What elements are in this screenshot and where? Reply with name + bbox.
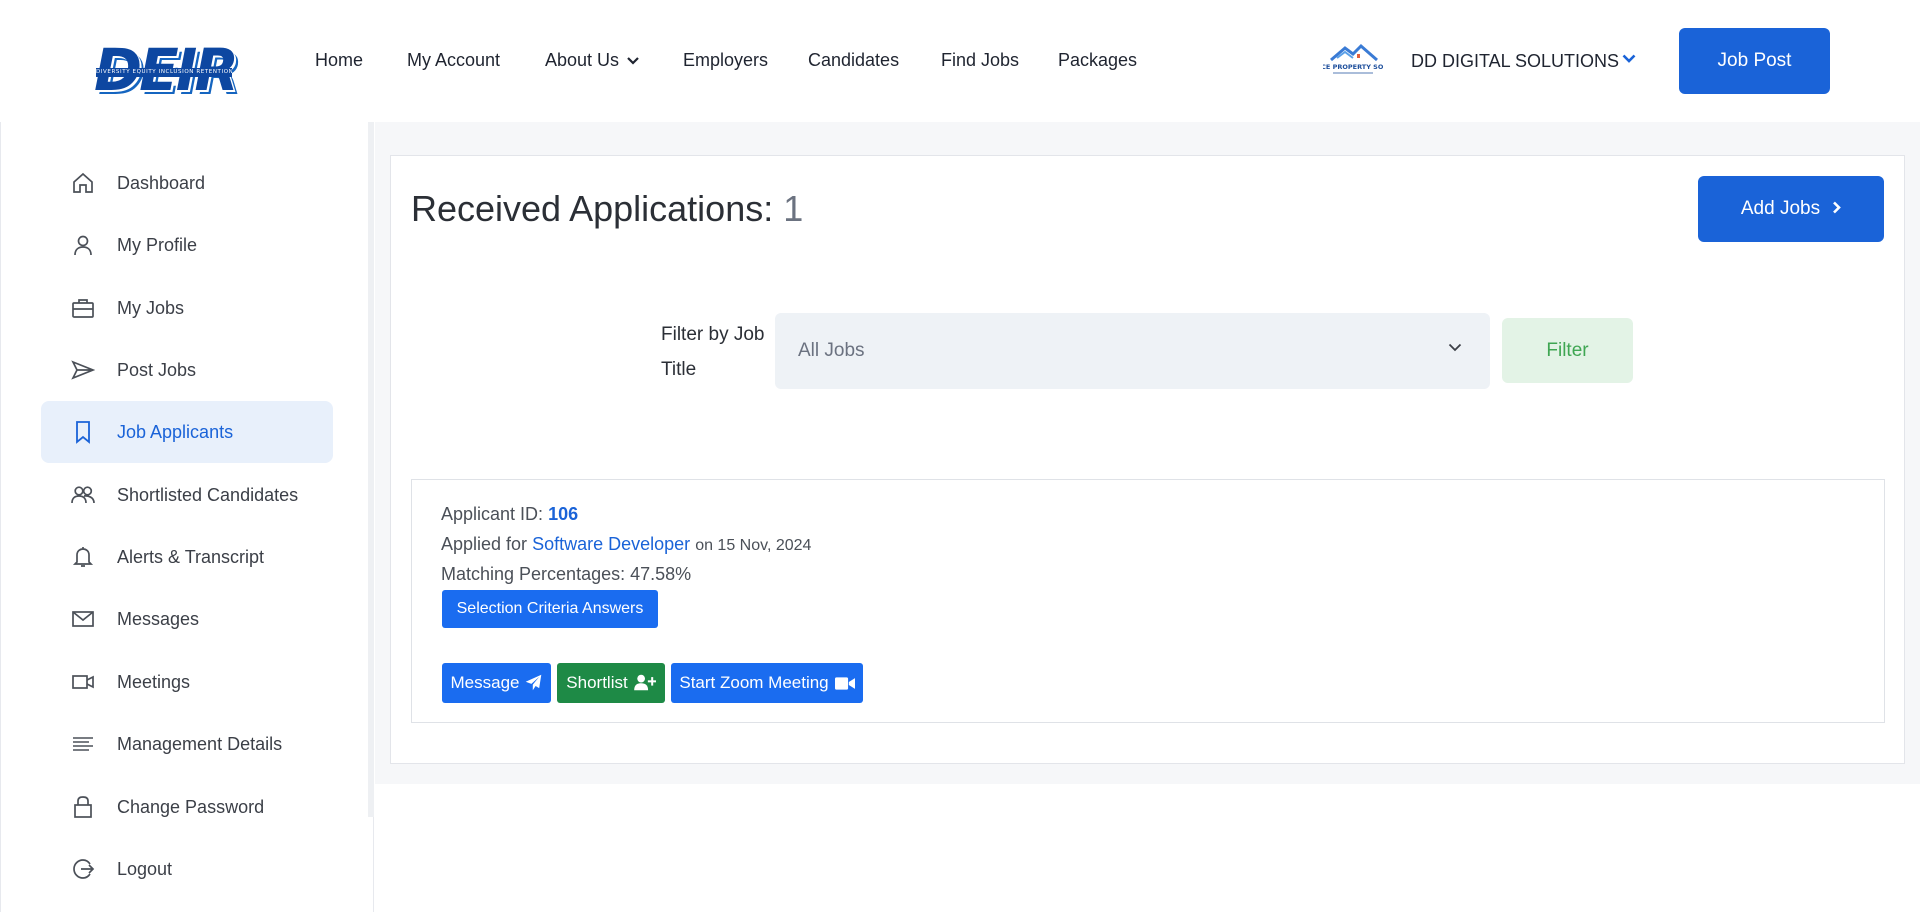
- sidebar-item-label: My Profile: [117, 235, 198, 255]
- zoom-label: Start Zoom Meeting: [679, 673, 829, 692]
- job-title-select-value: All Jobs: [798, 340, 865, 361]
- sidebar-item-alerts-transcript[interactable]: Alerts & Transcript: [41, 526, 333, 588]
- sidebar-item-label: Logout: [117, 859, 173, 879]
- start-zoom-meeting-button[interactable]: Start Zoom Meeting: [671, 663, 863, 703]
- sidebar-item-change-password[interactable]: Change Password: [41, 776, 333, 838]
- nav-about-us[interactable]: About Us: [545, 46, 639, 74]
- bell-icon: [72, 547, 94, 567]
- sidebar-scrollbar[interactable]: [368, 122, 374, 817]
- user-plus-icon: [633, 674, 657, 691]
- nav-my-account[interactable]: My Account: [407, 46, 500, 74]
- video-icon: [72, 675, 94, 689]
- sidebar-item-meetings[interactable]: Meetings: [41, 651, 333, 713]
- sidebar-item-label: Meetings: [117, 672, 191, 692]
- nav-find-jobs[interactable]: Find Jobs: [941, 46, 1019, 74]
- sidebar-item-label: Change Password: [117, 797, 265, 817]
- list-icon: [73, 737, 93, 751]
- send-icon: [526, 674, 542, 691]
- applicant-id-line: Applicant ID: 106: [441, 502, 578, 526]
- applied-job-link[interactable]: Software Developer: [532, 534, 690, 554]
- sidebar-item-label: Post Jobs: [117, 360, 197, 380]
- filter-label: Filter by Job Title: [661, 324, 765, 380]
- sidebar-item-label: Messages: [117, 609, 200, 629]
- chevron-right-icon: [1833, 201, 1841, 214]
- page-title: Received Applications: 1: [411, 186, 803, 232]
- briefcase-icon: [72, 299, 94, 318]
- sidebar-item-logout[interactable]: Logout: [41, 838, 333, 900]
- message-button[interactable]: Message: [442, 663, 551, 703]
- user-icon: [74, 235, 92, 256]
- filter-button[interactable]: Filter: [1502, 318, 1633, 383]
- nav-employers[interactable]: Employers: [683, 46, 768, 74]
- add-jobs-button[interactable]: Add Jobs: [1698, 176, 1884, 242]
- company-logo[interactable]: ADVANCE PROPERTY SOLUTION: [1323, 40, 1383, 82]
- job-title-select[interactable]: All Jobs: [775, 313, 1490, 389]
- sidebar-item-my-jobs[interactable]: My Jobs: [41, 277, 333, 339]
- sidebar-item-dashboard[interactable]: Dashboard: [41, 152, 333, 214]
- message-label: Message: [450, 673, 520, 692]
- nav-about-us-label: About Us: [545, 50, 620, 70]
- top-header: DEIR DIVERSITY EQUITY INCLUSION RETENTIO…: [0, 0, 1920, 122]
- sidebar-item-shortlisted-candidates[interactable]: Shortlisted Candidates: [41, 464, 333, 526]
- bookmark-icon: [76, 421, 90, 444]
- applicant-id-value: 106: [548, 504, 579, 524]
- shortlist-button[interactable]: Shortlist: [557, 663, 665, 703]
- application-count: 1: [783, 188, 804, 229]
- applicant-id-label: Applicant ID:: [441, 504, 544, 524]
- site-logo[interactable]: DEIR DIVERSITY EQUITY INCLUSION RETENTIO…: [94, 37, 239, 103]
- sidebar-item-post-jobs[interactable]: Post Jobs: [41, 339, 333, 401]
- logo-tagline: DIVERSITY EQUITY INCLUSION RETENTION: [96, 68, 232, 77]
- sidebar-item-label: Shortlisted Candidates: [117, 485, 299, 505]
- logout-icon: [73, 859, 95, 879]
- job-post-button[interactable]: Job Post: [1679, 28, 1830, 94]
- applied-for-line: Applied for Software Developer on 15 Nov…: [441, 532, 811, 558]
- sidebar-item-my-profile[interactable]: My Profile: [41, 214, 333, 276]
- nav-packages[interactable]: Packages: [1058, 46, 1137, 74]
- sidebar-item-label: Alerts & Transcript: [117, 547, 265, 567]
- sidebar-item-label: Management Details: [117, 734, 283, 754]
- shortlist-label: Shortlist: [566, 673, 628, 692]
- page-title-text: Received Applications:: [411, 188, 774, 229]
- sidebar-item-job-applicants[interactable]: Job Applicants: [41, 401, 333, 463]
- chevron-down-icon: [1448, 343, 1462, 352]
- sidebar-item-messages[interactable]: Messages: [41, 588, 333, 650]
- company-logo-text: ADVANCE PROPERTY SOLUTION: [1323, 63, 1383, 71]
- nav-home[interactable]: Home: [315, 46, 363, 74]
- applied-for-label: Applied for: [441, 534, 528, 554]
- matching-percentage: Matching Percentages: 47.58%: [441, 564, 692, 584]
- company-name[interactable]: DD DIGITAL SOLUTIONS: [1411, 47, 1619, 75]
- applied-date: on 15 Nov, 2024: [695, 537, 812, 554]
- mail-icon: [72, 611, 94, 627]
- sidebar-item-management-details[interactable]: Management Details: [41, 713, 333, 775]
- chevron-down-icon: [627, 57, 639, 65]
- chevron-down-icon[interactable]: [1622, 54, 1636, 63]
- send-icon: [71, 360, 95, 380]
- selection-criteria-button[interactable]: Selection Criteria Answers: [442, 590, 658, 628]
- sidebar-item-label: My Jobs: [117, 298, 185, 318]
- lock-icon: [74, 796, 92, 818]
- add-jobs-label: Add Jobs: [1740, 198, 1821, 219]
- video-camera-icon: [834, 677, 855, 690]
- sidebar-item-label: Dashboard: [117, 173, 206, 193]
- nav-candidates[interactable]: Candidates: [808, 46, 899, 74]
- sidebar-item-label: Job Applicants: [117, 422, 234, 442]
- sidebar: Dashboard My Profile My Jobs Post Jobs J…: [0, 122, 374, 912]
- home-icon: [73, 172, 93, 193]
- users-icon: [71, 486, 95, 504]
